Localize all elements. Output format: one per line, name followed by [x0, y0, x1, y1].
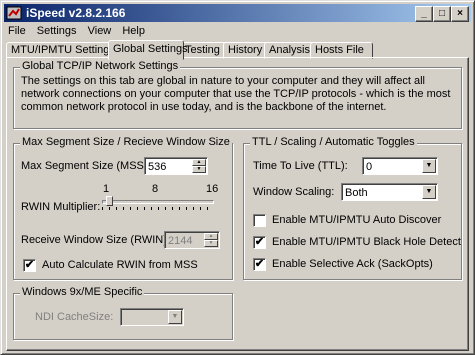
check-icon: ✔ — [254, 236, 265, 248]
window-scaling-select[interactable]: Both ▼ — [341, 183, 438, 201]
rwin-size-spinner: ▲ ▼ — [204, 233, 218, 247]
title-bar[interactable]: iSpeed v2.8.2.166 _ □ × — [4, 4, 471, 22]
mss-input[interactable]: 536 ▲ ▼ — [144, 157, 208, 175]
chevron-down-icon: ▼ — [168, 310, 182, 324]
menu-help[interactable]: Help — [118, 23, 149, 39]
mss-group-title: Max Segment Size / Recieve Window Size — [20, 136, 232, 148]
ttl-group-title: TTL / Scaling / Automatic Toggles — [250, 136, 417, 148]
rwin-size-input: 2144 ▲ ▼ — [164, 231, 220, 249]
ttl-label: Time To Live (TTL): — [253, 160, 348, 172]
win9x-group: Windows 9x/ME Specific NDI CacheSize: ▼ — [13, 286, 233, 340]
rwin-multiplier-label: RWIN Multiplier: — [21, 201, 101, 213]
chevron-down-icon[interactable]: ▼ — [422, 185, 436, 199]
rwin-multiplier-slider[interactable] — [102, 196, 214, 212]
chevron-down-icon[interactable]: ▼ — [422, 159, 436, 173]
slider-thumb[interactable] — [106, 196, 113, 206]
menu-bar: File Settings View Help — [4, 23, 149, 39]
ndi-cachesize-select: ▼ — [120, 308, 184, 326]
win9x-group-title: Windows 9x/ME Specific — [20, 286, 145, 298]
spin-down-icon[interactable]: ▼ — [192, 166, 206, 173]
mss-label: Max Segment Size (MSS): — [21, 160, 151, 172]
slider-track — [102, 200, 214, 204]
global-group-title: Global TCP/IP Network Settings — [20, 60, 181, 72]
rwin-size-label: Receive Window Size (RWIN): — [21, 234, 170, 246]
global-settings-group: Global TCP/IP Network Settings The setti… — [13, 60, 462, 129]
rwin-scale-min: 1 — [103, 183, 110, 195]
maximize-button[interactable]: □ — [433, 6, 451, 22]
minimize-button[interactable]: _ — [415, 6, 433, 22]
rwin-size-value: 2144 — [168, 235, 193, 247]
menu-file[interactable]: File — [4, 23, 30, 39]
ndi-cachesize-label: NDI CacheSize: — [35, 311, 114, 323]
auto-calc-checkbox[interactable]: ✔ — [23, 259, 36, 272]
sack-checkbox[interactable]: ✔ — [253, 258, 266, 271]
rwin-scale-max: 16 — [206, 183, 219, 195]
rwin-scale-mid: 8 — [152, 183, 159, 195]
mss-spinner[interactable]: ▲ ▼ — [192, 159, 206, 173]
auto-discover-label: Enable MTU/IPMTU Auto Discover — [272, 214, 442, 226]
black-hole-label: Enable MTU/IPMTU Black Hole Detect — [272, 236, 461, 248]
auto-discover-checkbox[interactable] — [253, 214, 266, 227]
spin-up-icon[interactable]: ▲ — [192, 159, 206, 166]
auto-calc-label: Auto Calculate RWIN from MSS — [42, 259, 198, 271]
app-icon — [6, 6, 22, 20]
check-icon: ✔ — [254, 258, 265, 270]
ttl-scaling-group: TTL / Scaling / Automatic Toggles Time T… — [243, 136, 462, 280]
window-scaling-label: Window Scaling: — [253, 186, 335, 198]
mss-value: 536 — [148, 161, 167, 173]
global-description: The settings on this tab are global in n… — [21, 75, 451, 113]
close-button[interactable]: × — [451, 6, 469, 22]
main-window: iSpeed v2.8.2.166 _ □ × File Settings Vi… — [0, 0, 475, 355]
window-title: iSpeed v2.8.2.166 — [26, 6, 126, 20]
ttl-select[interactable]: 0 ▼ — [362, 157, 438, 175]
black-hole-checkbox[interactable]: ✔ — [253, 236, 266, 249]
menu-settings[interactable]: Settings — [33, 23, 81, 39]
ttl-value: 0 — [366, 161, 373, 173]
tab-global-settings[interactable]: Global Settings — [108, 40, 188, 60]
mss-rwin-group: Max Segment Size / Recieve Window Size M… — [13, 136, 233, 280]
menu-view[interactable]: View — [84, 23, 116, 39]
window-scaling-value: Both — [345, 187, 368, 199]
sack-label: Enable Selective Ack (SackOpts) — [272, 258, 433, 270]
tab-panel: Global TCP/IP Network Settings The setti… — [6, 57, 469, 351]
check-icon: ✔ — [24, 259, 35, 271]
